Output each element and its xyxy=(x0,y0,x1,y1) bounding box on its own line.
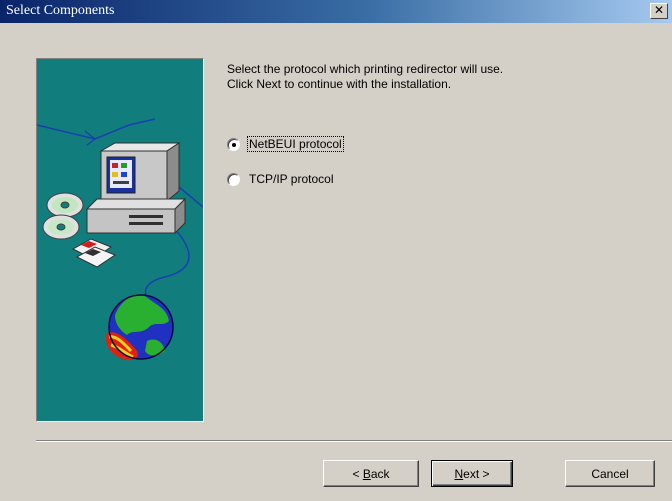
radio-netbeui[interactable]: NetBEUI protocol xyxy=(227,135,344,153)
title-bar[interactable]: Select Components ✕ xyxy=(0,0,672,23)
globe-icon xyxy=(106,294,174,361)
wizard-illustration-panel xyxy=(36,58,204,422)
close-button[interactable]: ✕ xyxy=(650,3,668,19)
instruction-line-2: Click Next to continue with the installa… xyxy=(227,77,452,91)
back-button-prefix: < xyxy=(352,466,363,481)
cancel-button-label: Cancel xyxy=(591,466,629,481)
instructions-text: Select the protocol which printing redir… xyxy=(227,62,657,92)
radio-selected-icon[interactable] xyxy=(227,137,240,151)
radio-tcpip-label[interactable]: TCP/IP protocol xyxy=(248,172,334,186)
cable-top xyxy=(37,118,156,140)
next-button-rest: ext > xyxy=(463,466,490,481)
instruction-line-1: Select the protocol which printing redir… xyxy=(227,62,504,76)
network-illustration xyxy=(37,118,203,361)
select-components-dialog: Select Components ✕ Select the protocol … xyxy=(0,0,672,501)
cd-icon xyxy=(42,192,84,240)
next-button[interactable]: Next > xyxy=(431,460,513,487)
back-button-mnemonic: B xyxy=(362,466,371,481)
next-button-mnemonic: N xyxy=(454,466,464,481)
radio-tcpip[interactable]: TCP/IP protocol xyxy=(227,170,334,188)
floppy-icon xyxy=(71,238,117,268)
window-title: Select Components xyxy=(6,3,115,18)
radio-unselected-icon[interactable] xyxy=(227,172,240,186)
cancel-button[interactable]: Cancel xyxy=(565,460,655,487)
radio-netbeui-label[interactable]: NetBEUI protocol xyxy=(247,136,344,152)
computer-icon xyxy=(85,142,187,235)
back-button[interactable]: < Back xyxy=(323,460,419,487)
back-button-rest: ack xyxy=(370,466,390,481)
close-icon: ✕ xyxy=(653,3,665,17)
button-separator xyxy=(36,440,672,442)
